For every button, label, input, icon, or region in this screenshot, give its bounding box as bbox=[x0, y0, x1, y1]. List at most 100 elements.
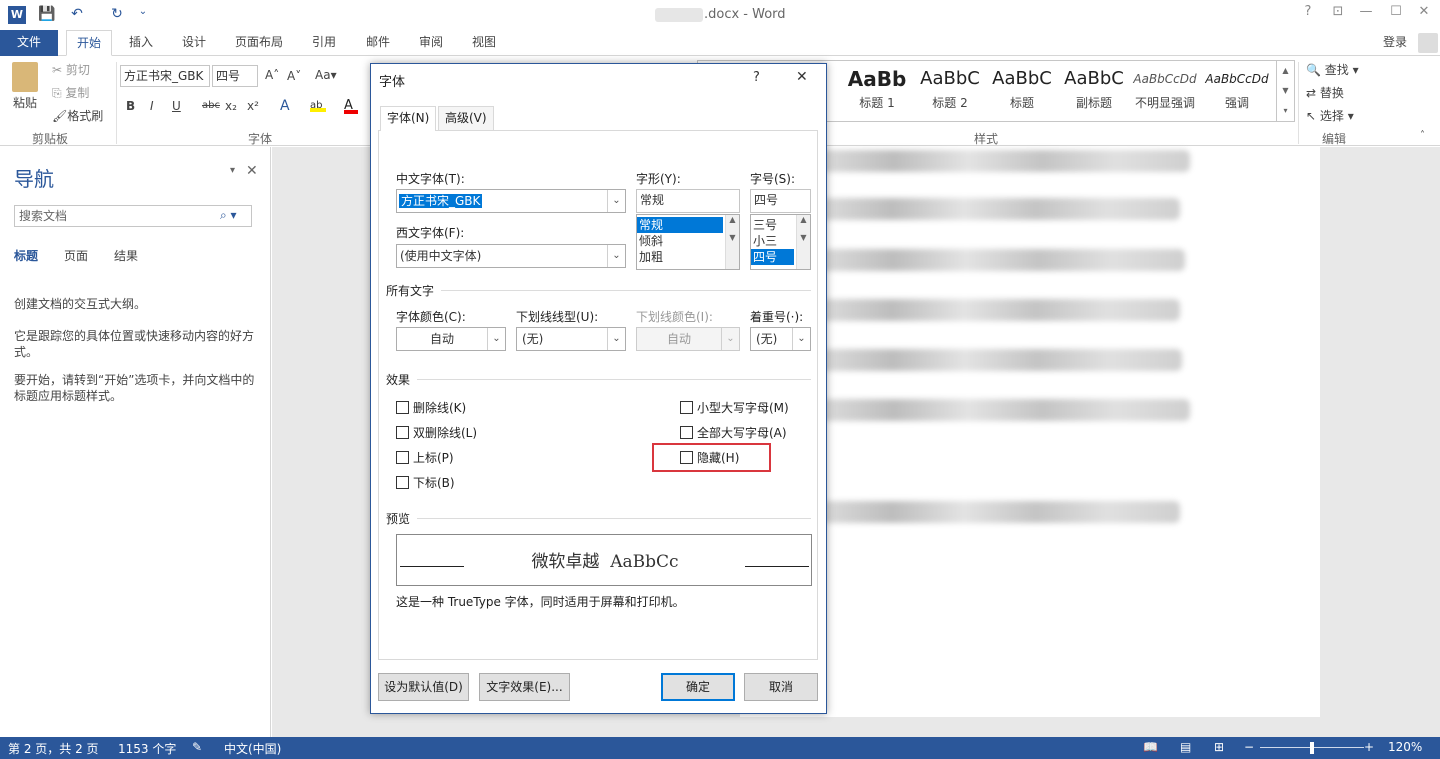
nav-tab-headings[interactable]: 标题 bbox=[14, 247, 38, 264]
chevron-down-icon[interactable]: ⌄ bbox=[607, 190, 625, 212]
list-item[interactable]: 倾斜 bbox=[637, 233, 739, 249]
ribbon-display-options-icon[interactable]: ⊡ bbox=[1326, 4, 1350, 26]
nav-options-icon[interactable]: ▾ bbox=[230, 165, 235, 176]
checkbox-box[interactable] bbox=[680, 426, 693, 439]
document-page[interactable] bbox=[740, 147, 1320, 717]
copy-button[interactable]: ⎘ 复制 bbox=[52, 84, 89, 101]
set-default-button[interactable]: 设为默认值(D) bbox=[378, 673, 469, 701]
font-face-box[interactable]: 方正书宋_GBK bbox=[120, 65, 210, 87]
zoom-slider-thumb[interactable] bbox=[1310, 742, 1314, 754]
underline-style-dropdown[interactable]: (无) ⌄ bbox=[516, 327, 626, 351]
styles-scroll-icon[interactable]: ▲ ▼ ▾ bbox=[1276, 61, 1294, 121]
change-case-icon[interactable]: Aa▾ bbox=[315, 68, 337, 82]
chevron-down-icon[interactable]: ⌄ bbox=[607, 328, 625, 350]
underline-button[interactable]: U bbox=[172, 99, 181, 113]
close-window-button[interactable]: ✕ bbox=[1412, 4, 1436, 26]
tab-insert[interactable]: 插入 bbox=[123, 30, 159, 56]
grow-font-icon[interactable]: A˄ bbox=[265, 68, 279, 82]
tab-design[interactable]: 设计 bbox=[176, 30, 212, 56]
avatar[interactable] bbox=[1418, 33, 1438, 53]
text-effects-icon[interactable]: A bbox=[280, 98, 290, 114]
style-title[interactable]: AaBbC 标题 bbox=[986, 64, 1058, 116]
nav-close-icon[interactable]: ✕ bbox=[246, 163, 258, 179]
style-heading-2[interactable]: AaBbC 标题 2 bbox=[914, 64, 986, 116]
subscript-checkbox[interactable]: 下标(B) bbox=[396, 475, 516, 491]
list-item[interactable]: 常规 bbox=[637, 217, 723, 233]
cn-font-dropdown[interactable]: 方正书宋_GBK ⌄ bbox=[396, 189, 626, 213]
emphasis-mark-dropdown[interactable]: (无) ⌄ bbox=[750, 327, 811, 351]
cut-button[interactable]: ✂ 剪切 bbox=[52, 61, 90, 78]
save-icon[interactable]: 💾 bbox=[38, 6, 56, 24]
double-strikethrough-checkbox[interactable]: 双删除线(L) bbox=[396, 425, 516, 441]
list-item[interactable]: 加粗 bbox=[637, 249, 739, 265]
superscript-checkbox[interactable]: 上标(P) bbox=[396, 450, 516, 466]
subscript-button[interactable]: x₂ bbox=[225, 99, 237, 113]
style-subtitle[interactable]: AaBbC 副标题 bbox=[1058, 64, 1130, 116]
checkbox-box[interactable] bbox=[396, 401, 409, 414]
read-mode-icon[interactable]: 📖 bbox=[1143, 740, 1158, 754]
tab-file[interactable]: 文件 bbox=[0, 30, 59, 56]
format-painter-button[interactable]: 🖌格式刷 bbox=[52, 107, 103, 124]
checkbox-box[interactable] bbox=[396, 426, 409, 439]
strikethrough-button[interactable]: abc bbox=[202, 100, 220, 111]
nav-tab-pages[interactable]: 页面 bbox=[64, 247, 88, 264]
tab-home[interactable]: 开始 bbox=[66, 30, 113, 56]
checkbox-box[interactable] bbox=[396, 451, 409, 464]
zoom-in-icon[interactable]: + bbox=[1364, 740, 1374, 754]
proofing-icon[interactable]: ✎ bbox=[192, 740, 202, 754]
scrollbar[interactable]: ▲ ▼ bbox=[796, 215, 810, 269]
chevron-down-icon[interactable]: ⌄ bbox=[792, 328, 810, 350]
redo-icon[interactable]: ↻ bbox=[108, 6, 126, 24]
chevron-down-icon[interactable]: ⌄ bbox=[487, 328, 505, 350]
all-caps-checkbox[interactable]: 全部大写字母(A) bbox=[680, 425, 800, 441]
search-icon[interactable]: ⌕ ▾ bbox=[220, 208, 237, 223]
page-count[interactable]: 第 2 页，共 2 页 bbox=[8, 740, 99, 757]
scrollbar[interactable]: ▲ ▼ bbox=[725, 215, 739, 269]
web-layout-icon[interactable]: ⊞ bbox=[1214, 740, 1224, 754]
zoom-out-icon[interactable]: − bbox=[1244, 740, 1254, 754]
help-button[interactable]: ? bbox=[1296, 4, 1320, 26]
strikethrough-checkbox[interactable]: 删除线(K) bbox=[396, 400, 516, 416]
font-size-box[interactable]: 四号 bbox=[212, 65, 258, 87]
bold-button[interactable]: B bbox=[126, 99, 135, 113]
list-item[interactable]: 四号 bbox=[751, 249, 794, 265]
font-size-input[interactable]: 四号 bbox=[750, 189, 811, 213]
checkbox-box[interactable] bbox=[396, 476, 409, 489]
cancel-button[interactable]: 取消 bbox=[744, 673, 818, 701]
tab-layout[interactable]: 页面布局 bbox=[229, 30, 289, 56]
tab-mailings[interactable]: 邮件 bbox=[360, 30, 396, 56]
dialog-tab-advanced[interactable]: 高级(V) bbox=[438, 106, 494, 130]
text-effects-button[interactable]: 文字效果(E)... bbox=[479, 673, 570, 701]
chevron-down-icon[interactable]: ⌄ bbox=[607, 245, 625, 267]
font-style-input[interactable]: 常规 bbox=[636, 189, 740, 213]
customize-qat-icon[interactable]: ⌄ bbox=[134, 6, 152, 24]
dialog-help-button[interactable]: ? bbox=[753, 70, 760, 85]
font-style-list[interactable]: 常规 倾斜 加粗 ▲ ▼ bbox=[636, 214, 740, 270]
language-status[interactable]: 中文(中国) bbox=[224, 740, 281, 757]
style-heading-1[interactable]: AaBb 标题 1 bbox=[841, 64, 913, 116]
font-color-dropdown[interactable]: 自动 ⌄ bbox=[396, 327, 506, 351]
sign-in-link[interactable]: 登录 bbox=[1377, 30, 1413, 56]
collapse-ribbon-icon[interactable]: ˄ bbox=[1420, 130, 1425, 141]
tab-references[interactable]: 引用 bbox=[306, 30, 342, 56]
nav-tab-results[interactable]: 结果 bbox=[114, 247, 138, 264]
font-size-list[interactable]: 三号 小三 四号 ▲ ▼ bbox=[750, 214, 811, 270]
print-layout-icon[interactable]: ▤ bbox=[1180, 740, 1191, 754]
dialog-close-button[interactable]: ✕ bbox=[796, 69, 808, 85]
ok-button[interactable]: 确定 bbox=[661, 673, 735, 701]
superscript-button[interactable]: x² bbox=[247, 99, 259, 113]
word-count[interactable]: 1153 个字 bbox=[118, 740, 176, 757]
maximize-button[interactable]: ☐ bbox=[1384, 4, 1408, 26]
nav-search-input[interactable]: 搜索文档 bbox=[14, 205, 252, 227]
select-button[interactable]: ↖ 选择 ▾ bbox=[1306, 107, 1354, 124]
italic-button[interactable]: I bbox=[150, 99, 154, 113]
dialog-tab-font[interactable]: 字体(N) bbox=[380, 106, 437, 131]
find-button[interactable]: 🔍 查找 ▾ bbox=[1306, 61, 1359, 78]
small-caps-checkbox[interactable]: 小型大写字母(M) bbox=[680, 400, 800, 416]
minimize-button[interactable]: — bbox=[1354, 4, 1378, 26]
checkbox-box[interactable] bbox=[680, 401, 693, 414]
zoom-level[interactable]: 120% bbox=[1388, 740, 1422, 754]
replace-button[interactable]: ⇄ 替换 bbox=[1306, 84, 1344, 101]
tab-view[interactable]: 视图 bbox=[466, 30, 502, 56]
paste-button[interactable]: 粘贴 bbox=[13, 94, 37, 111]
